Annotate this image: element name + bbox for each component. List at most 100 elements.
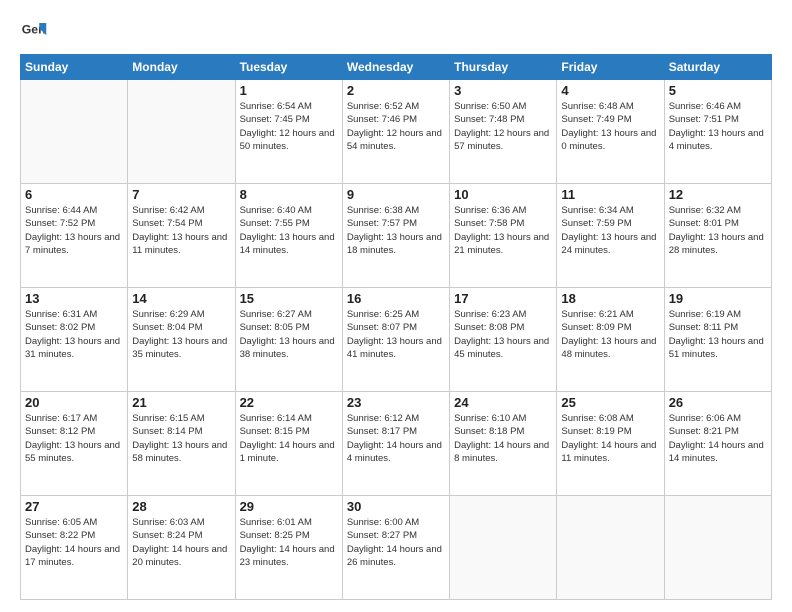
day-number: 30 — [347, 499, 445, 514]
calendar-cell: 30Sunrise: 6:00 AM Sunset: 8:27 PM Dayli… — [342, 496, 449, 600]
calendar-cell: 21 Sunrise: 6:15 AM Sunset: 8:14 PM Dayli… — [128, 392, 235, 496]
day-number: 21 — [132, 395, 230, 410]
day-number: 25 — [561, 395, 659, 410]
calendar-cell: 26Sunrise: 6:06 AM Sunset: 8:21 PM Dayli… — [664, 392, 771, 496]
calendar-cell: 1 Sunrise: 6:54 AM Sunset: 7:45 PM Daylig… — [235, 80, 342, 184]
calendar-cell: 11 Sunrise: 6:34 AM Sunset: 7:59 PM Dayli… — [557, 184, 664, 288]
calendar-cell: 29 Sunrise: 6:01 AM Sunset: 8:25 PM Dayli… — [235, 496, 342, 600]
calendar-cell — [664, 496, 771, 600]
calendar-cell: 6Sunrise: 6:44 AM Sunset: 7:52 PM Daylig… — [21, 184, 128, 288]
day-number: 8 — [240, 187, 338, 202]
weekday-header-thursday: Thursday — [450, 55, 557, 80]
week-row-3: 13 Sunrise: 6:31 AM Sunset: 8:02 PM Dayli… — [21, 288, 772, 392]
weekday-header-friday: Friday — [557, 55, 664, 80]
day-info: Sunrise: 6:14 AM Sunset: 8:15 PM Dayligh… — [240, 412, 338, 465]
day-info: Sunrise: 6:46 AM Sunset: 7:51 PM Dayligh… — [669, 100, 767, 153]
calendar-cell: 4 Sunrise: 6:48 AM Sunset: 7:49 PM Daylig… — [557, 80, 664, 184]
calendar-cell: 27 Sunrise: 6:05 AM Sunset: 8:22 PM Dayli… — [21, 496, 128, 600]
calendar-cell: 17 Sunrise: 6:23 AM Sunset: 8:08 PM Dayli… — [450, 288, 557, 392]
day-number: 17 — [454, 291, 552, 306]
day-number: 5 — [669, 83, 767, 98]
week-row-5: 27 Sunrise: 6:05 AM Sunset: 8:22 PM Dayli… — [21, 496, 772, 600]
calendar-cell: 18 Sunrise: 6:21 AM Sunset: 8:09 PM Dayli… — [557, 288, 664, 392]
day-info: Sunrise: 6:03 AM Sunset: 8:24 PM Dayligh… — [132, 516, 230, 569]
day-info: Sunrise: 6:08 AM Sunset: 8:19 PM Dayligh… — [561, 412, 659, 465]
day-info: Sunrise: 6:36 AM Sunset: 7:58 PM Dayligh… — [454, 204, 552, 257]
day-number: 1 — [240, 83, 338, 98]
day-info: Sunrise: 6:27 AM Sunset: 8:05 PM Dayligh… — [240, 308, 338, 361]
day-info: Sunrise: 6:34 AM Sunset: 7:59 PM Dayligh… — [561, 204, 659, 257]
weekday-header-wednesday: Wednesday — [342, 55, 449, 80]
day-info: Sunrise: 6:17 AM Sunset: 8:12 PM Dayligh… — [25, 412, 123, 465]
calendar-cell — [21, 80, 128, 184]
calendar-cell: 16 Sunrise: 6:25 AM Sunset: 8:07 PM Dayli… — [342, 288, 449, 392]
weekday-header-saturday: Saturday — [664, 55, 771, 80]
day-number: 15 — [240, 291, 338, 306]
day-number: 3 — [454, 83, 552, 98]
day-info: Sunrise: 6:32 AM Sunset: 8:01 PM Dayligh… — [669, 204, 767, 257]
day-info: Sunrise: 6:38 AM Sunset: 7:57 PM Dayligh… — [347, 204, 445, 257]
day-number: 11 — [561, 187, 659, 202]
day-info: Sunrise: 6:12 AM Sunset: 8:17 PM Dayligh… — [347, 412, 445, 465]
weekday-header-tuesday: Tuesday — [235, 55, 342, 80]
day-number: 7 — [132, 187, 230, 202]
day-number: 9 — [347, 187, 445, 202]
calendar-cell: 20 Sunrise: 6:17 AM Sunset: 8:12 PM Dayli… — [21, 392, 128, 496]
day-info: Sunrise: 6:29 AM Sunset: 8:04 PM Dayligh… — [132, 308, 230, 361]
weekday-header-row: SundayMondayTuesdayWednesdayThursdayFrid… — [21, 55, 772, 80]
calendar-cell: 14 Sunrise: 6:29 AM Sunset: 8:04 PM Dayli… — [128, 288, 235, 392]
day-info: Sunrise: 6:52 AM Sunset: 7:46 PM Dayligh… — [347, 100, 445, 153]
day-number: 20 — [25, 395, 123, 410]
day-number: 27 — [25, 499, 123, 514]
day-number: 22 — [240, 395, 338, 410]
day-info: Sunrise: 6:25 AM Sunset: 8:07 PM Dayligh… — [347, 308, 445, 361]
day-number: 29 — [240, 499, 338, 514]
weekday-header-monday: Monday — [128, 55, 235, 80]
calendar-cell: 23 Sunrise: 6:12 AM Sunset: 8:17 PM Dayli… — [342, 392, 449, 496]
calendar-cell: 25 Sunrise: 6:08 AM Sunset: 8:19 PM Dayli… — [557, 392, 664, 496]
day-number: 19 — [669, 291, 767, 306]
day-number: 16 — [347, 291, 445, 306]
calendar-cell: 9 Sunrise: 6:38 AM Sunset: 7:57 PM Daylig… — [342, 184, 449, 288]
day-info: Sunrise: 6:23 AM Sunset: 8:08 PM Dayligh… — [454, 308, 552, 361]
calendar-table: SundayMondayTuesdayWednesdayThursdayFrid… — [20, 54, 772, 600]
day-info: Sunrise: 6:40 AM Sunset: 7:55 PM Dayligh… — [240, 204, 338, 257]
calendar-cell: 8 Sunrise: 6:40 AM Sunset: 7:55 PM Daylig… — [235, 184, 342, 288]
day-number: 12 — [669, 187, 767, 202]
day-info: Sunrise: 6:42 AM Sunset: 7:54 PM Dayligh… — [132, 204, 230, 257]
day-info: Sunrise: 6:48 AM Sunset: 7:49 PM Dayligh… — [561, 100, 659, 153]
day-info: Sunrise: 6:06 AM Sunset: 8:21 PM Dayligh… — [669, 412, 767, 465]
calendar-cell — [557, 496, 664, 600]
day-info: Sunrise: 6:10 AM Sunset: 8:18 PM Dayligh… — [454, 412, 552, 465]
calendar-cell: 19 Sunrise: 6:19 AM Sunset: 8:11 PM Dayli… — [664, 288, 771, 392]
calendar-cell: 3Sunrise: 6:50 AM Sunset: 7:48 PM Daylig… — [450, 80, 557, 184]
logo-icon: Gen — [20, 16, 48, 44]
day-number: 28 — [132, 499, 230, 514]
day-info: Sunrise: 6:44 AM Sunset: 7:52 PM Dayligh… — [25, 204, 123, 257]
day-info: Sunrise: 6:31 AM Sunset: 8:02 PM Dayligh… — [25, 308, 123, 361]
day-number: 13 — [25, 291, 123, 306]
week-row-2: 6Sunrise: 6:44 AM Sunset: 7:52 PM Daylig… — [21, 184, 772, 288]
day-info: Sunrise: 6:54 AM Sunset: 7:45 PM Dayligh… — [240, 100, 338, 153]
day-info: Sunrise: 6:19 AM Sunset: 8:11 PM Dayligh… — [669, 308, 767, 361]
calendar-cell: 12 Sunrise: 6:32 AM Sunset: 8:01 PM Dayli… — [664, 184, 771, 288]
calendar-cell: 13 Sunrise: 6:31 AM Sunset: 8:02 PM Dayli… — [21, 288, 128, 392]
day-number: 14 — [132, 291, 230, 306]
calendar-cell — [450, 496, 557, 600]
calendar-cell: 24 Sunrise: 6:10 AM Sunset: 8:18 PM Dayli… — [450, 392, 557, 496]
day-number: 24 — [454, 395, 552, 410]
calendar-cell: 22 Sunrise: 6:14 AM Sunset: 8:15 PM Dayli… — [235, 392, 342, 496]
calendar-cell: 2Sunrise: 6:52 AM Sunset: 7:46 PM Daylig… — [342, 80, 449, 184]
day-info: Sunrise: 6:05 AM Sunset: 8:22 PM Dayligh… — [25, 516, 123, 569]
page-header: Gen — [20, 16, 772, 44]
weekday-header-sunday: Sunday — [21, 55, 128, 80]
day-info: Sunrise: 6:15 AM Sunset: 8:14 PM Dayligh… — [132, 412, 230, 465]
day-number: 10 — [454, 187, 552, 202]
day-number: 4 — [561, 83, 659, 98]
week-row-1: 1 Sunrise: 6:54 AM Sunset: 7:45 PM Daylig… — [21, 80, 772, 184]
day-info: Sunrise: 6:01 AM Sunset: 8:25 PM Dayligh… — [240, 516, 338, 569]
day-number: 23 — [347, 395, 445, 410]
day-number: 18 — [561, 291, 659, 306]
day-info: Sunrise: 6:21 AM Sunset: 8:09 PM Dayligh… — [561, 308, 659, 361]
calendar-cell: 10 Sunrise: 6:36 AM Sunset: 7:58 PM Dayli… — [450, 184, 557, 288]
